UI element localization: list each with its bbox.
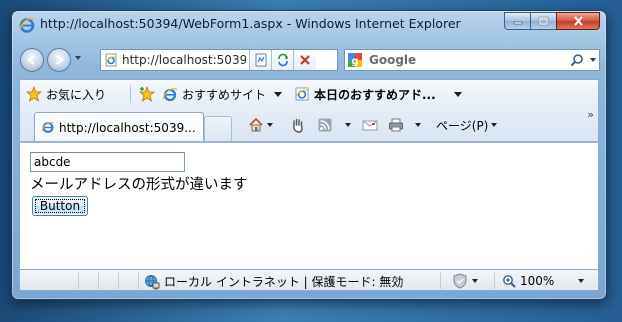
pan-button[interactable]: [290, 116, 306, 134]
fav-item-suggested-sites[interactable]: おすすめサイト: [162, 85, 283, 103]
status-separator: [494, 272, 495, 289]
zoom-icon: [503, 275, 516, 288]
page-menu-label: ページ(P): [436, 118, 489, 133]
chevron-down-icon[interactable]: [267, 123, 273, 127]
minimize-icon: [513, 21, 522, 25]
email-field[interactable]: abcde: [30, 152, 185, 172]
back-arrow-icon: [27, 55, 35, 65]
back-button[interactable]: [20, 48, 44, 72]
title-bar[interactable]: http://localhost:50394/WebForm1.aspx - W…: [12, 11, 606, 37]
hand-icon: [293, 118, 303, 133]
chevron-down-icon: [274, 91, 283, 97]
status-separator: [78, 272, 79, 289]
favorites-bar: お気に入り おすすめサイト 本日のおすすめアド...: [20, 80, 598, 108]
refresh-icon: [278, 53, 288, 67]
favorites-button[interactable]: お気に入り: [26, 85, 106, 103]
search-icon: [570, 54, 583, 67]
search-dropdown-icon[interactable]: [590, 58, 596, 62]
email-field-value: abcde: [34, 155, 71, 169]
status-separator: [138, 272, 139, 289]
status-separator: [440, 272, 441, 289]
search-box[interactable]: g Google: [344, 49, 600, 71]
favorites-label: お気に入り: [46, 87, 107, 102]
zoom-button[interactable]: 100%: [502, 273, 585, 289]
maximize-button[interactable]: [530, 12, 556, 30]
new-tab-button[interactable]: [204, 116, 232, 142]
add-to-favorites-bar-button[interactable]: [138, 85, 156, 103]
stop-button[interactable]: [293, 50, 316, 70]
shield-icon: [453, 273, 467, 289]
fav-item-label: 本日のおすすめアド...: [314, 87, 436, 102]
fav-item-daily-addons[interactable]: 本日のおすすめアド...: [294, 85, 462, 103]
toolbar-area: お気に入り おすすめサイト 本日のおすすめアド... http://localh…: [19, 79, 599, 142]
search-provider-label: Google: [369, 53, 417, 67]
security-zone-label: ローカル イントラネット | 保護モード: 無効: [164, 275, 404, 289]
chevron-down-icon[interactable]: [345, 123, 351, 127]
favorites-separator: [130, 85, 131, 103]
tab-label: http://localhost:5039...: [59, 121, 196, 135]
chevron-down-icon[interactable]: [415, 123, 421, 127]
page-icon: [105, 53, 117, 67]
chevron-down-icon: [491, 123, 498, 127]
svg-text:g: g: [351, 56, 358, 67]
page-content: abcde メールアドレスの形式が違います Button: [19, 141, 599, 269]
navigation-bar: http://localhost:50394/WebForm1.aspx g G…: [12, 38, 606, 78]
forward-arrow-icon: [56, 55, 64, 65]
favorites-star-icon: [26, 86, 42, 102]
tab-row: http://localhost:5039... ページ(P) »: [20, 108, 598, 142]
close-button[interactable]: [556, 12, 600, 30]
address-url[interactable]: http://localhost:50394/WebForm1.aspx: [122, 53, 246, 67]
tab-webform1[interactable]: http://localhost:5039...: [34, 112, 204, 142]
read-mail-button[interactable]: [362, 116, 378, 134]
add-favorite-icon: [138, 86, 156, 102]
tab-page-icon: [41, 121, 55, 133]
security-zone[interactable]: ローカル イントラネット | 保護モード: 無効: [144, 273, 403, 290]
compatibility-view-button[interactable]: [249, 50, 272, 70]
status-separator: [118, 272, 119, 289]
browser-window: http://localhost:50394/WebForm1.aspx - W…: [11, 10, 607, 300]
printer-icon: [389, 118, 403, 132]
minimize-button[interactable]: [504, 12, 530, 30]
suggested-sites-icon: [162, 88, 178, 102]
home-button[interactable]: [248, 116, 273, 134]
chevron-down-icon: [578, 279, 585, 283]
more-commands-icon[interactable]: »: [587, 108, 594, 121]
popup-blocker-button[interactable]: [452, 273, 478, 289]
web-slice-icon: [295, 87, 309, 101]
zoom-level: 100%: [520, 274, 555, 288]
intranet-zone-icon: [145, 274, 160, 289]
chevron-down-icon: [453, 91, 462, 97]
submit-button[interactable]: Button: [32, 196, 88, 216]
history-dropdown-icon[interactable]: [75, 56, 81, 60]
mail-icon: [362, 120, 378, 131]
refresh-button[interactable]: [271, 50, 294, 70]
feeds-button[interactable]: [318, 116, 351, 134]
forward-button[interactable]: [47, 48, 71, 72]
window-title: http://localhost:50394/WebForm1.aspx - W…: [40, 16, 461, 31]
maximize-icon: [538, 16, 549, 26]
close-icon: [573, 16, 583, 26]
page-menu-button[interactable]: ページ(P): [436, 116, 498, 134]
caption-buttons: [504, 12, 600, 30]
home-icon: [249, 117, 263, 132]
stop-icon: [300, 55, 310, 65]
rss-feed-icon: [318, 118, 332, 132]
google-logo-icon: g: [348, 53, 362, 67]
address-bar[interactable]: http://localhost:50394/WebForm1.aspx: [100, 49, 338, 71]
fav-item-label: おすすめサイト: [182, 87, 267, 102]
print-button[interactable]: [388, 116, 421, 134]
chevron-down-icon: [472, 279, 478, 283]
ie-logo-icon: [19, 18, 35, 33]
status-bar: ローカル イントラネット | 保護モード: 無効 100%: [19, 269, 599, 291]
search-button[interactable]: [569, 52, 585, 68]
validation-message: メールアドレスの形式が違います: [30, 177, 248, 193]
compatibility-view-icon: [255, 53, 267, 67]
status-separator: [98, 272, 99, 289]
